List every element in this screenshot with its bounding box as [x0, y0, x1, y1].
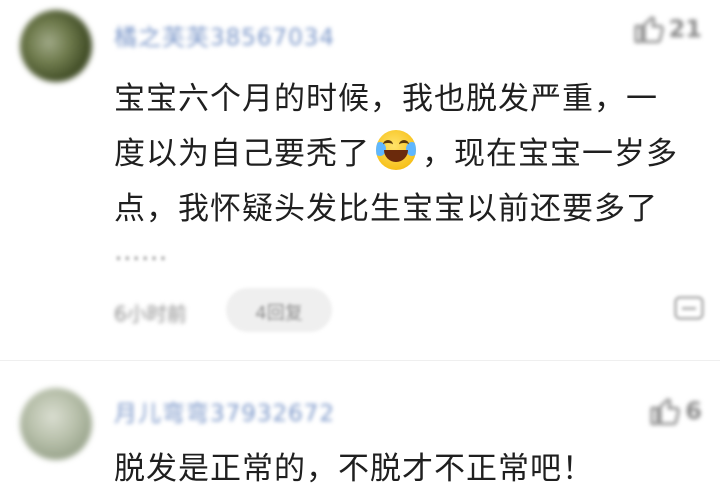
comment-text: 脱发是正常的，不脱才不正常吧！	[114, 451, 594, 487]
like-button[interactable]: 21	[633, 12, 702, 46]
comment-divider	[0, 360, 720, 361]
like-button[interactable]: 6	[649, 394, 702, 428]
like-count: 21	[668, 15, 702, 43]
reply-count-label: 4回复	[255, 303, 303, 324]
comment-username[interactable]: 月儿弯弯37932672	[114, 394, 335, 428]
comment-text-line: 宝宝六个月的时候，我也脱发严重，一	[114, 81, 658, 117]
comment-text-line: 点，我怀疑头发比生宝宝以前还要多了	[114, 191, 658, 227]
reply-count-button[interactable]: 4回复	[226, 288, 332, 332]
expand-text-ellipsis[interactable]: ......	[114, 234, 167, 267]
comment-item: 月儿弯弯37932672 6 脱发是正常的，不脱才不正常吧！	[0, 372, 720, 492]
comment-text-line: 度以为自己要秃了 ，现在宝宝一岁多	[114, 127, 699, 182]
thumbs-up-icon	[633, 12, 667, 46]
comment-time: 6小时前	[114, 302, 187, 326]
comment-item: 橘之芙芙38567034 21 宝宝六个月的时候，我也脱发严重，一 度以为自己要…	[0, 0, 720, 360]
more-options-icon[interactable]	[674, 296, 704, 320]
comment-text-segment: 度以为自己要秃了	[114, 136, 370, 172]
avatar[interactable]	[20, 10, 92, 82]
thumbs-up-icon	[649, 394, 683, 428]
comment-text-segment: ，现在宝宝一岁多	[422, 136, 678, 172]
laughing-crying-emoji-icon	[376, 130, 416, 170]
like-count: 6	[685, 397, 702, 425]
avatar[interactable]	[20, 388, 92, 460]
comment-text: 宝宝六个月的时候，我也脱发严重，一 度以为自己要秃了 ，现在宝宝一岁多 点，我怀…	[114, 72, 699, 237]
comment-meta-row: 6小时前 4回复	[114, 284, 704, 336]
comment-username[interactable]: 橘之芙芙38567034	[114, 18, 335, 52]
